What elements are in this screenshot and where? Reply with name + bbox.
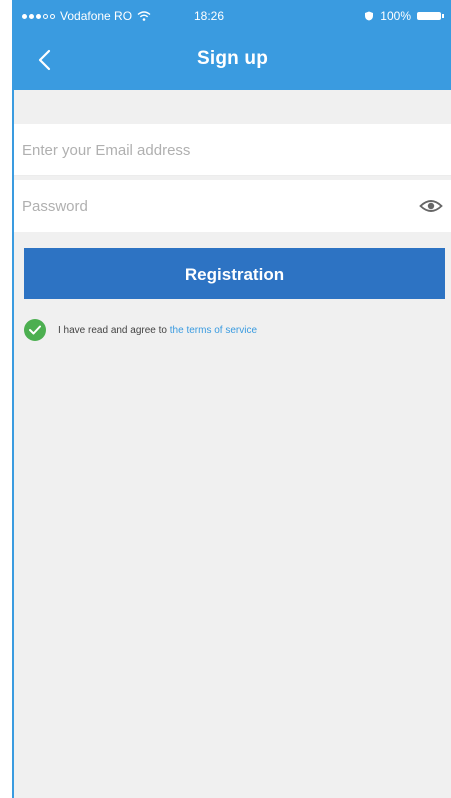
agree-checkbox[interactable]	[24, 319, 46, 341]
status-bar: Vodafone RO 18:26 100%	[14, 0, 451, 30]
shield-icon	[365, 11, 374, 21]
page-title: Sign up	[196, 48, 269, 69]
registration-button[interactable]: Registration	[24, 248, 445, 299]
wifi-icon	[137, 11, 151, 21]
signal-dots-icon	[22, 13, 55, 19]
phone-screen: Vodafone RO 18:26 100% Sign up Enter you…	[12, 0, 451, 798]
battery-percent: 100%	[380, 9, 411, 23]
status-time: 18:26	[194, 9, 225, 23]
agree-text: I have read and agree to	[58, 324, 167, 336]
battery-icon	[417, 12, 444, 20]
checkmark-icon	[29, 325, 41, 335]
password-row	[14, 180, 451, 232]
email-field[interactable]	[22, 124, 382, 176]
carrier-info: Vodafone RO	[22, 9, 151, 23]
nav-bar: Sign up	[14, 30, 451, 90]
terms-agreement: I have read and agree to the terms of se…	[24, 319, 257, 341]
eye-icon[interactable]	[419, 196, 443, 216]
carrier-name: Vodafone RO	[60, 9, 133, 23]
password-field[interactable]	[22, 180, 382, 232]
email-row	[14, 124, 451, 176]
terms-of-service-link[interactable]: the terms of service	[170, 325, 257, 336]
status-right: 100%	[364, 9, 444, 23]
